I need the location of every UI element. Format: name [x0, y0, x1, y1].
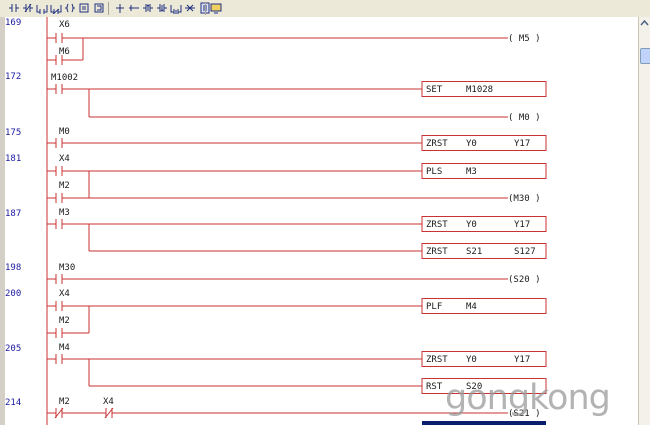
contact-label: M2	[59, 181, 70, 191]
contact-nc-button[interactable]	[22, 2, 34, 14]
instruction-operand: Y17	[514, 139, 530, 149]
contact-label: X6	[59, 20, 70, 30]
instruction-opcode: ZRST	[426, 247, 448, 257]
instruction-operand: M3	[466, 167, 477, 177]
contact-label: M3	[59, 208, 70, 218]
no-contact[interactable]	[47, 301, 71, 311]
parallel-no-icon	[36, 5, 48, 14]
step-number: 181	[5, 154, 21, 164]
parallel-pulse-button[interactable]	[170, 2, 182, 14]
contact-label: M2	[59, 316, 70, 326]
output-coil[interactable]: ( M5 )	[508, 34, 541, 44]
step-number: 175	[5, 128, 21, 138]
nc-contact[interactable]	[97, 407, 121, 419]
ladder-diagram: 169 X6 ( M5 ) M6 172 M1002 SET M1028 ( M0 ) 175 M0…	[5, 17, 547, 425]
step-number: 214	[5, 398, 21, 408]
instruction-operand: Y0	[466, 220, 477, 230]
instruction-opcode: ZRST	[426, 355, 448, 365]
instruction-operand: Y17	[514, 220, 530, 230]
instruction-opcode: ZRST	[426, 220, 448, 230]
contact-label: M30	[59, 263, 75, 273]
monitor-icon	[210, 3, 222, 14]
instruction-opcode: ZRST	[426, 139, 448, 149]
function-key-f3-button[interactable]	[78, 2, 90, 14]
contact-label: M2	[59, 397, 70, 407]
monitor-button[interactable]	[210, 2, 222, 14]
contact-label: X4	[59, 289, 70, 299]
step-number: 200	[5, 289, 21, 299]
parallel-nc-icon	[50, 5, 62, 14]
instruction-operand: S127	[514, 247, 536, 257]
contact-label: X4	[103, 397, 114, 407]
scrollbar-thumb[interactable]	[640, 48, 650, 64]
contact-label: X4	[59, 154, 70, 164]
function-key-f9-icon	[94, 3, 104, 13]
scroll-up-arrow-icon[interactable]	[639, 17, 650, 29]
instruction-opcode: PLS	[426, 167, 442, 177]
step-number: 198	[5, 263, 21, 273]
ladder-toolbar	[0, 0, 650, 18]
instruction-opcode: SET	[426, 85, 443, 95]
no-contact[interactable]	[47, 354, 71, 364]
no-contact[interactable]	[47, 138, 71, 148]
step-number: 187	[5, 209, 21, 219]
output-coil[interactable]: (S20 )	[508, 275, 541, 285]
function-key-f3-icon	[79, 3, 89, 13]
delete-line-icon	[185, 4, 195, 12]
no-contact[interactable]	[47, 219, 71, 229]
contact-nc-icon	[23, 3, 33, 13]
rising-pulse-icon	[143, 4, 153, 12]
coil-button[interactable]	[64, 2, 76, 14]
parallel-nc-button[interactable]	[50, 2, 62, 14]
step-number: 205	[5, 344, 21, 354]
contact-label: M1002	[51, 73, 78, 83]
nc-contact[interactable]	[47, 407, 71, 419]
vertical-scrollbar[interactable]	[638, 17, 650, 425]
selection-cursor[interactable]	[422, 421, 546, 425]
no-contact[interactable]	[47, 166, 71, 176]
parallel-pulse-icon	[170, 5, 182, 14]
instruction-operand: Y17	[514, 355, 530, 365]
falling-pulse-icon	[157, 4, 167, 12]
parallel-no-button[interactable]	[36, 2, 48, 14]
contact-label: M0	[59, 127, 70, 137]
instruction-operand: M4	[466, 302, 477, 312]
falling-pulse-button[interactable]	[156, 2, 168, 14]
coil-icon	[65, 3, 75, 13]
instruction-opcode: PLF	[426, 302, 442, 312]
vertical-line-icon	[116, 4, 124, 13]
vertical-line-button[interactable]	[114, 2, 126, 14]
contact-no-icon	[9, 4, 19, 12]
toolbar-separator	[108, 2, 109, 15]
instruction-operand: Y0	[466, 355, 477, 365]
contact-label: M4	[59, 343, 70, 353]
instruction-operand: Y0	[466, 139, 477, 149]
instruction-operand: S21	[466, 247, 482, 257]
instruction-opcode: RST	[426, 382, 443, 392]
output-coil[interactable]: ( M0 )	[508, 113, 541, 123]
no-contact[interactable]	[47, 33, 71, 43]
horizontal-line-icon	[129, 5, 139, 11]
no-contact[interactable]	[47, 193, 71, 203]
function-key-f9-button[interactable]	[93, 2, 105, 14]
instruction-operand: M1028	[466, 85, 493, 95]
step-number: 172	[5, 72, 21, 82]
no-contact[interactable]	[47, 84, 71, 94]
output-coil[interactable]: (M30 )	[508, 194, 541, 204]
contact-no-button[interactable]	[8, 2, 20, 14]
ladder-editor[interactable]: 169 X6 ( M5 ) M6 172 M1002 SET M1028 ( M0 ) 175 M0…	[5, 17, 638, 425]
rising-pulse-button[interactable]	[142, 2, 154, 14]
no-contact[interactable]	[47, 274, 71, 284]
no-contact[interactable]	[47, 328, 71, 338]
toolbar-separator	[205, 2, 206, 15]
watermark-logo: gongkong	[445, 378, 611, 418]
step-number: 169	[5, 18, 21, 28]
horizontal-line-button[interactable]	[128, 2, 140, 14]
contact-label: M6	[59, 47, 70, 57]
delete-line-button[interactable]	[184, 2, 196, 14]
